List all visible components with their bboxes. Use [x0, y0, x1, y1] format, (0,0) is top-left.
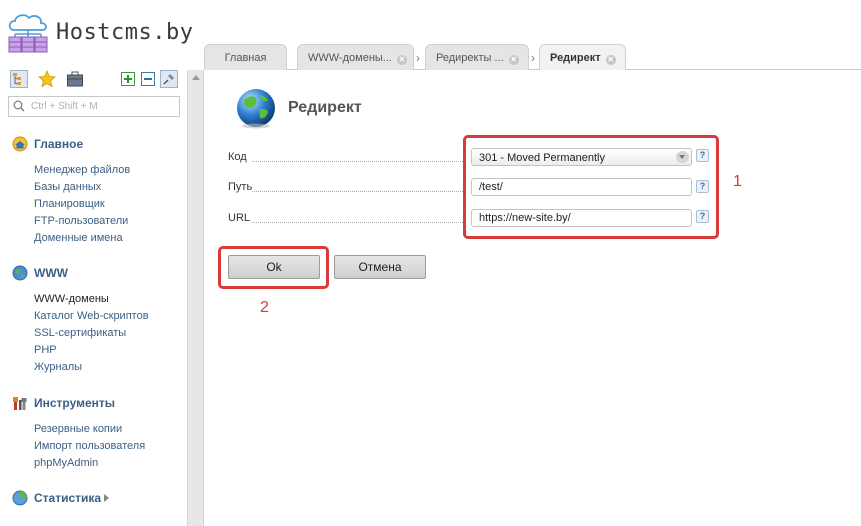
- section-main-title: Главное: [34, 137, 84, 151]
- hosting-cloud-logo-icon[interactable]: [6, 12, 50, 54]
- tab-home-label: Главная: [224, 52, 267, 64]
- label-dots: [252, 222, 465, 223]
- label-dots: [252, 191, 465, 192]
- app-window: Hostcms.by Главная WWW-домены... ✕ › Реди…: [0, 0, 861, 526]
- nav-file-manager[interactable]: Менеджер файлов: [34, 164, 130, 176]
- tab-close-icon[interactable]: ✕: [396, 55, 407, 65]
- section-www-title: WWW: [34, 266, 68, 280]
- nav-logs[interactable]: Журналы: [34, 361, 82, 373]
- pin-icon[interactable]: [160, 70, 178, 88]
- nav-backups[interactable]: Резервные копии: [34, 423, 122, 435]
- tab-redirect[interactable]: Редирект ✕: [539, 44, 626, 70]
- nav-php[interactable]: PHP: [34, 344, 57, 356]
- tab-close-icon[interactable]: ✕: [605, 55, 616, 65]
- fields-highlight-box: [463, 135, 719, 239]
- tab-www-domains[interactable]: WWW-домены... ✕: [297, 44, 414, 70]
- expand-all-icon[interactable]: [121, 72, 135, 86]
- brand-name[interactable]: Hostcms.by: [56, 20, 193, 45]
- nav-ftp-users[interactable]: FTP-пользователи: [34, 215, 128, 227]
- nav-domain-names[interactable]: Доменные имена: [34, 232, 123, 244]
- nav-ssl-certificates[interactable]: SSL-сертификаты: [34, 327, 126, 339]
- nav-user-import[interactable]: Импорт пользователя: [34, 440, 145, 452]
- nav-www-domains[interactable]: WWW-домены: [34, 293, 109, 305]
- star-icon[interactable]: [38, 70, 56, 88]
- sidebar: Главное Менеджер файлов Базы данных План…: [0, 64, 187, 526]
- collapse-all-icon[interactable]: [141, 72, 155, 86]
- tab-redirects[interactable]: Редиректы ... ✕: [425, 44, 529, 70]
- code-label: Код: [228, 151, 247, 163]
- sidebar-search[interactable]: [8, 96, 180, 117]
- scroll-up-icon[interactable]: [192, 75, 200, 80]
- tools-icon: [13, 397, 27, 410]
- briefcase-icon[interactable]: [66, 70, 84, 88]
- url-label: URL: [228, 212, 251, 224]
- ok-highlight-box: [218, 246, 329, 289]
- search-icon: [13, 100, 25, 112]
- tab-home[interactable]: Главная: [204, 44, 287, 70]
- path-label: Путь: [228, 181, 253, 193]
- label-dots: [252, 161, 465, 162]
- tab-close-icon[interactable]: ✕: [508, 55, 519, 65]
- tab-redirect-label: Редирект: [550, 52, 601, 64]
- home-icon: [12, 136, 28, 152]
- nav-databases[interactable]: Базы данных: [34, 181, 101, 193]
- tab-separator-icon: ›: [416, 51, 420, 65]
- nav-scheduler[interactable]: Планировщик: [34, 198, 105, 210]
- search-input[interactable]: [31, 99, 177, 114]
- section-statistics-title: Статистика: [34, 491, 102, 505]
- globe-icon: [237, 89, 275, 129]
- chevron-right-icon[interactable]: [104, 494, 109, 502]
- ok-annotation-number: 2: [260, 299, 269, 316]
- nav-web-scripts-catalog[interactable]: Каталог Web-скриптов: [34, 310, 149, 322]
- tab-separator-icon: ›: [531, 51, 535, 65]
- globe-icon: [12, 265, 28, 281]
- tab-www-domains-label: WWW-домены...: [308, 52, 392, 64]
- fields-annotation-number: 1: [733, 173, 742, 190]
- page-title: Редирект: [288, 99, 362, 116]
- nav-phpmyadmin[interactable]: phpMyAdmin: [34, 457, 98, 469]
- tree-view-icon[interactable]: [10, 70, 28, 88]
- tab-redirects-label: Редиректы ...: [436, 52, 504, 64]
- stats-icon: [12, 490, 28, 506]
- section-tools-title: Инструменты: [34, 396, 116, 410]
- sidebar-splitter[interactable]: [187, 70, 204, 526]
- cancel-button[interactable]: Отмена: [334, 255, 426, 279]
